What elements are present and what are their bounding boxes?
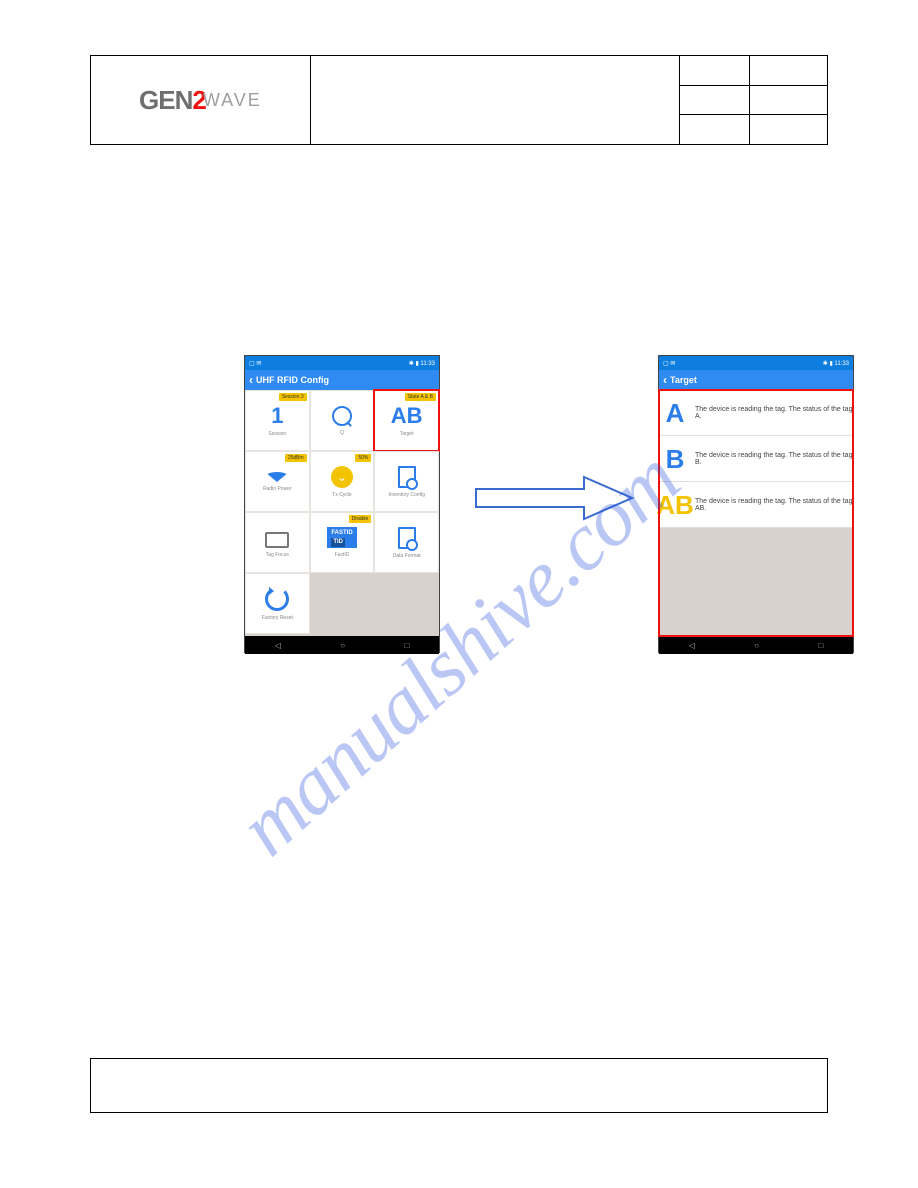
badge: State A & B — [405, 393, 436, 401]
logo-part1: GEN — [139, 85, 192, 116]
header-r1c1 — [680, 56, 750, 86]
flow-arrow-icon — [474, 473, 634, 523]
phone-target: ▢ ✉ ✱ ▮ 11:33 ‹ Target A The device is r… — [658, 355, 854, 653]
tile-label: Radio Power — [263, 486, 292, 492]
tile-label: Tag Focus — [266, 552, 289, 558]
tag-ab-icon: AB — [659, 482, 691, 527]
q-icon — [332, 406, 352, 426]
wifi-icon — [265, 472, 289, 482]
tile-tag-focus[interactable]: Tag Focus — [245, 512, 310, 573]
nav-recent-icon[interactable]: □ — [404, 641, 409, 650]
badge: Session 3 — [279, 393, 307, 401]
status-right: ✱ ▮ 11:33 — [823, 360, 849, 367]
list-text: The device is reading the tag. The statu… — [691, 390, 853, 435]
doc-gear-icon — [398, 466, 416, 488]
header-r2c2 — [750, 85, 828, 115]
list-text: The device is reading the tag. The statu… — [691, 482, 853, 527]
header-r3c1 — [680, 115, 750, 145]
tile-factory-reset[interactable]: Factory Reset — [245, 573, 310, 634]
status-right: ✱ ▮ 11:33 — [409, 360, 435, 367]
header-r3c2 — [750, 115, 828, 145]
header-r1c2 — [750, 56, 828, 86]
tile-label: Target — [400, 431, 414, 437]
status-bar: ▢ ✉ ✱ ▮ 11:33 — [659, 356, 853, 370]
tile-label: Tx Cycle — [332, 492, 351, 498]
header-r2c1 — [680, 85, 750, 115]
empty-tile — [374, 573, 439, 634]
phone-config: ▢ ✉ ✱ ▮ 11:33 ‹ UHF RFID Config Session … — [244, 355, 440, 653]
app-bar[interactable]: ‹ UHF RFID Config — [245, 370, 439, 390]
tile-inventory-config[interactable]: Inventory Config — [374, 451, 439, 512]
tile-radio-power[interactable]: 25dBm Radio Power — [245, 451, 310, 512]
tile-fastid[interactable]: Disable FASTIDTID FastID — [310, 512, 375, 573]
badge: 25dBm — [285, 454, 307, 462]
nav-home-icon[interactable]: ○ — [340, 641, 345, 650]
nav-back-icon[interactable]: ◁ — [275, 641, 281, 650]
fastid-icon: FASTIDTID — [327, 527, 356, 547]
screenshot-row: ▢ ✉ ✱ ▮ 11:33 ‹ UHF RFID Config Session … — [244, 355, 854, 655]
target-list: A The device is reading the tag. The sta… — [659, 390, 853, 636]
list-row-b[interactable]: B The device is reading the tag. The sta… — [659, 436, 853, 482]
company-logo: GEN2WAVE — [91, 56, 310, 144]
wifi-y-icon: ⌄ — [331, 466, 353, 488]
tile-session[interactable]: Session 3 1 Session — [245, 390, 310, 451]
android-nav: ◁ ○ □ — [659, 636, 853, 654]
nav-recent-icon[interactable]: □ — [818, 641, 823, 650]
tile-data-format[interactable]: Data Format — [374, 512, 439, 573]
logo-cell: GEN2WAVE — [91, 56, 311, 145]
tile-tx-cycle[interactable]: 50% ⌄ Tx Cycle — [310, 451, 375, 512]
tile-label: FastID — [335, 552, 350, 558]
footer-box — [90, 1058, 828, 1113]
tile-label: Inventory Config — [388, 492, 424, 498]
tile-label: Q — [340, 430, 344, 436]
back-icon[interactable]: ‹ — [249, 373, 253, 387]
config-grid: Session 3 1 Session Q State A & B AB Tar… — [245, 390, 439, 636]
nav-home-icon[interactable]: ○ — [754, 641, 759, 650]
nav-back-icon[interactable]: ◁ — [689, 641, 695, 650]
status-left: ▢ ✉ — [249, 360, 261, 367]
status-bar: ▢ ✉ ✱ ▮ 11:33 — [245, 356, 439, 370]
tile-label: Data Format — [393, 553, 421, 559]
tile-label: Factory Reset — [262, 615, 293, 621]
back-icon[interactable]: ‹ — [663, 373, 667, 387]
app-title: Target — [670, 375, 697, 385]
doc-gear-icon — [398, 527, 416, 549]
tile-target[interactable]: State A & B AB Target — [374, 390, 439, 451]
logo-part3: WAVE — [203, 90, 262, 111]
tile-q[interactable]: Q — [310, 390, 375, 451]
tag-a-icon: A — [659, 390, 691, 435]
list-row-a[interactable]: A The device is reading the tag. The sta… — [659, 390, 853, 436]
list-row-ab[interactable]: AB The device is reading the tag. The st… — [659, 482, 853, 528]
badge: Disable — [349, 515, 372, 523]
session-icon: 1 — [271, 405, 283, 427]
target-icon: AB — [391, 405, 423, 427]
list-text: The device is reading the tag. The statu… — [691, 436, 853, 481]
badge: 50% — [355, 454, 371, 462]
tag-b-icon: B — [659, 436, 691, 481]
reset-icon — [265, 587, 289, 611]
app-title: UHF RFID Config — [256, 375, 329, 385]
empty-tile — [310, 573, 375, 634]
app-bar[interactable]: ‹ Target — [659, 370, 853, 390]
header-mid-cell — [310, 56, 679, 145]
header-table: GEN2WAVE — [90, 55, 828, 145]
status-left: ▢ ✉ — [663, 360, 675, 367]
tagfocus-icon — [265, 532, 289, 548]
page-root: GEN2WAVE ▢ ✉ ✱ ▮ 11:33 ‹ UHF RFID Co — [90, 55, 828, 145]
tile-label: Session — [268, 431, 286, 437]
android-nav: ◁ ○ □ — [245, 636, 439, 654]
